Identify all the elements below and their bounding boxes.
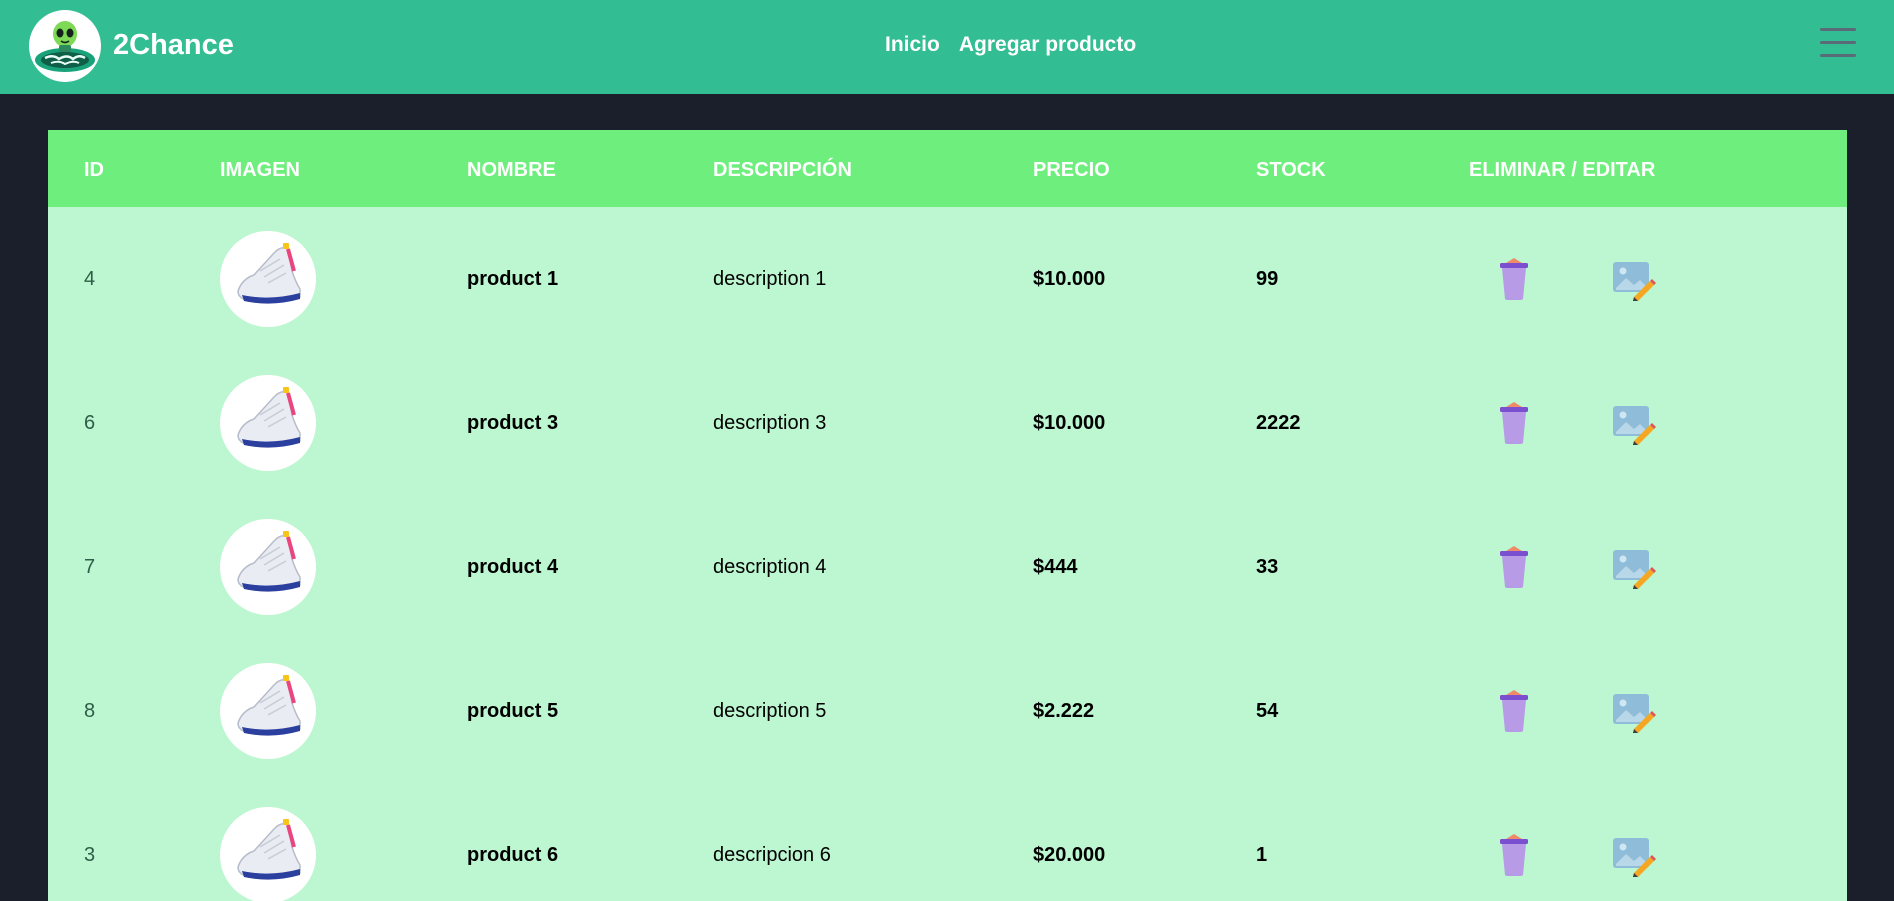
table-row: 4 product 1 description 1 $10.000 99	[48, 207, 1847, 351]
row-price: $10.000	[1033, 268, 1106, 290]
table-header: ID IMAGEN NOMBRE DESCRIPCIÓN PRECIO STOC…	[48, 130, 1847, 207]
brand-logo-icon[interactable]	[29, 10, 101, 82]
trash-icon[interactable]	[1497, 545, 1531, 589]
trash-icon[interactable]	[1497, 833, 1531, 877]
header-name: NOMBRE	[467, 159, 556, 181]
edit-image-icon[interactable]	[1612, 405, 1656, 445]
nav-links: Inicio Agregar producto	[885, 32, 1136, 58]
row-description: description 1	[713, 268, 827, 290]
header-image: IMAGEN	[220, 159, 300, 181]
product-image	[220, 375, 316, 471]
row-price: $2.222	[1033, 700, 1095, 722]
edit-image-icon[interactable]	[1612, 549, 1656, 589]
nav-link-inicio[interactable]: Inicio	[885, 32, 940, 58]
row-price: $444	[1033, 556, 1078, 578]
row-price: $20.000	[1033, 844, 1106, 866]
row-stock: 2222	[1256, 412, 1301, 434]
product-image	[220, 807, 316, 901]
row-description: description 4	[713, 556, 827, 578]
row-stock: 33	[1256, 556, 1279, 578]
trash-icon[interactable]	[1497, 689, 1531, 733]
edit-image-icon[interactable]	[1612, 693, 1656, 733]
row-stock: 54	[1256, 700, 1279, 722]
row-description: descripcion 6	[713, 844, 831, 866]
table-row: 3 product 6 descripcion 6 $20.000 1	[48, 783, 1847, 901]
row-id: 7	[84, 556, 96, 578]
trash-icon[interactable]	[1497, 257, 1531, 301]
navbar: 2Chance Inicio Agregar producto	[0, 0, 1894, 94]
header-description: DESCRIPCIÓN	[713, 159, 852, 181]
row-id: 6	[84, 412, 96, 434]
table-row: 7 product 4 description 4 $444 33	[48, 495, 1847, 639]
row-name: product 3	[467, 412, 559, 434]
row-stock: 1	[1256, 844, 1268, 866]
brand-name[interactable]: 2Chance	[113, 28, 234, 62]
table-row: 6 product 3 description 3 $10.000 2222	[48, 351, 1847, 495]
row-name: product 1	[467, 268, 559, 290]
row-name: product 4	[467, 556, 559, 578]
row-stock: 99	[1256, 268, 1279, 290]
row-description: description 5	[713, 700, 827, 722]
product-image	[220, 231, 316, 327]
header-actions: ELIMINAR / EDITAR	[1469, 159, 1656, 181]
row-name: product 6	[467, 844, 559, 866]
hamburger-menu-icon[interactable]	[1820, 28, 1856, 58]
row-name: product 5	[467, 700, 559, 722]
product-image	[220, 519, 316, 615]
products-table: ID IMAGEN NOMBRE DESCRIPCIÓN PRECIO STOC…	[48, 130, 1847, 901]
nav-link-agregar-producto[interactable]: Agregar producto	[959, 32, 1136, 58]
edit-image-icon[interactable]	[1612, 261, 1656, 301]
row-id: 8	[84, 700, 96, 722]
trash-icon[interactable]	[1497, 401, 1531, 445]
header-price: PRECIO	[1033, 159, 1110, 181]
row-description: description 3	[713, 412, 827, 434]
header-id: ID	[84, 159, 104, 181]
header-stock: STOCK	[1256, 159, 1326, 181]
edit-image-icon[interactable]	[1612, 837, 1656, 877]
row-id: 3	[84, 844, 96, 866]
row-id: 4	[84, 268, 96, 290]
row-price: $10.000	[1033, 412, 1106, 434]
table-row: 8 product 5 description 5 $2.222 54	[48, 639, 1847, 783]
product-image	[220, 663, 316, 759]
